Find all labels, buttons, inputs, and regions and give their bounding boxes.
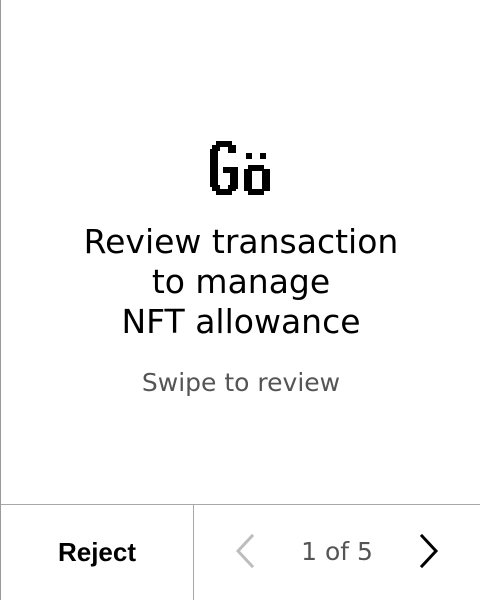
review-content[interactable]: Review transaction to manage NFT allowan… [1,0,480,504]
swipe-hint: Swipe to review [141,368,341,397]
footer-bar: Reject 1 of 5 [1,504,480,600]
review-title-line: Review transaction [83,222,399,261]
chevron-right-icon [416,533,442,572]
review-title-line: NFT allowance [121,302,361,341]
review-title-line: to manage [151,262,331,301]
device-screen: Review transaction to manage NFT allowan… [0,0,480,600]
app-logo-icon [210,141,272,195]
page-navigation: 1 of 5 [194,505,480,600]
reject-button[interactable]: Reject [1,505,193,600]
page-indicator: 1 of 5 [301,537,373,566]
previous-page-button[interactable] [222,529,268,575]
review-title: Review transaction to manage NFT allowan… [1,222,480,342]
next-page-button[interactable] [406,529,452,575]
chevron-left-icon [232,533,258,572]
